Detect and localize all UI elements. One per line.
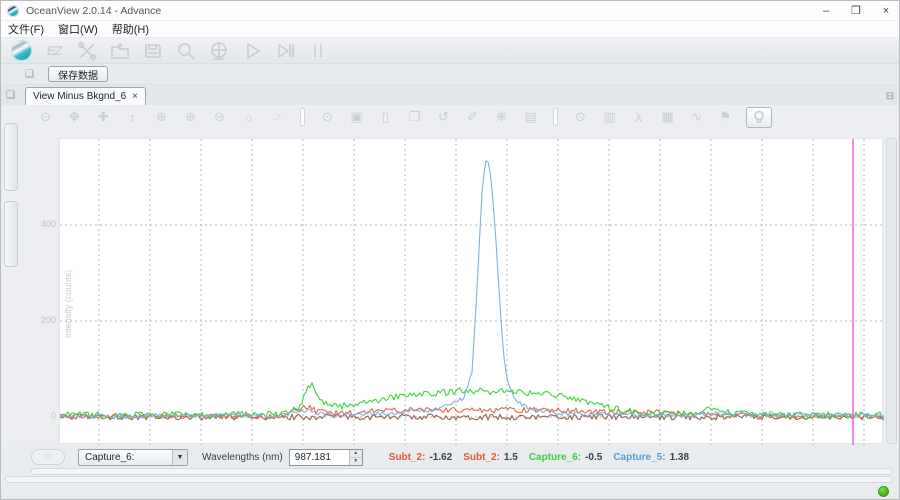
close-button[interactable]: × (871, 1, 899, 20)
series-readout: Capture_6: -0.5 (529, 452, 602, 463)
spin-up-icon[interactable]: ▲ (349, 449, 362, 458)
zoom-region-icon[interactable]: ⊕ (147, 107, 176, 127)
peak-finding-icon[interactable]: ∿ (682, 107, 711, 127)
series-readouts: Subt_2: -1.62 Subt_2: 1.5 Capture_6: -0.5 Capt… (389, 452, 689, 463)
open-file-icon[interactable] (108, 39, 132, 63)
chart-toolbar: ⊙ ✥ ✚ ↕ ⊕ ⊕ ⊖ ○ ☞ ⊙ ▣ ▯ ❐ ↺ ✐ ❋ ▤ ⊙ ▥ λ ▦ ∿ ⚑ (31, 106, 772, 128)
readout-label: Subt_2: (388, 451, 426, 463)
peak-marker-icon[interactable]: λ (624, 107, 653, 127)
print-icon[interactable]: ▤ (516, 107, 545, 127)
side-tab-graph[interactable] (4, 123, 18, 191)
spectrum-plot[interactable]: Intensity (counts) Wavelength (nm) (59, 138, 884, 473)
flag-icon[interactable]: ⚑ (711, 107, 740, 127)
side-tab-controls[interactable] (4, 201, 18, 267)
status-control-bar: ⊙ Capture_6: ▼ Wavelengths (nm) 987.181 … (1, 446, 899, 468)
delete-trace-icon[interactable]: ▯ (371, 107, 400, 127)
crosshair-icon[interactable]: ✚ (89, 107, 118, 127)
menu-help[interactable]: 帮助(H) (105, 21, 156, 37)
y-tick-label: 0 (50, 411, 56, 421)
tab-label: View Minus Bkgnd_6 (32, 91, 127, 102)
y-tick-label: 200 (40, 315, 56, 325)
readout-label: Capture_6: (528, 451, 582, 463)
trace-toggle-button[interactable]: ⊙ (31, 449, 65, 465)
wavelength-input[interactable]: 987.181 (290, 450, 349, 465)
toolbar-separator (553, 108, 558, 126)
series-readout: Subt_2: -1.62 (389, 452, 452, 463)
wavelength-label: Wavelengths (nm) (202, 451, 283, 463)
lamp-button[interactable] (746, 106, 772, 128)
spin-down-icon[interactable]: ▼ (349, 457, 362, 465)
readout-value: -0.5 (585, 451, 603, 463)
series-readout: Capture_5: 1.38 (613, 452, 689, 463)
main-toolbar: EZ (1, 38, 899, 64)
series-readout: Subt_2: 1.5 (463, 452, 518, 463)
readout-value: 1.38 (669, 451, 690, 463)
tab-row: ❏ View Minus Bkgnd_6 × ⊟ (1, 85, 899, 105)
trace-options-icon[interactable]: ❋ (487, 107, 516, 127)
window-title: OceanView 2.0.14 - Advance (26, 4, 162, 17)
menu-window[interactable]: 窗口(W) (51, 21, 105, 37)
snapshot-icon[interactable]: ▣ (342, 107, 371, 127)
table-view-icon[interactable]: ▦ (653, 107, 682, 127)
save-data-button[interactable]: 保存数据 (47, 66, 108, 82)
pointer-icon[interactable]: ☞ (263, 107, 292, 127)
histogram-icon[interactable]: ▥ (595, 107, 624, 127)
step-icon[interactable] (273, 39, 297, 63)
source-select[interactable]: Capture_6: ▼ (78, 448, 188, 466)
oceanview-logo-icon[interactable] (9, 39, 33, 63)
menu-bar: 文件(F) 窗口(W) 帮助(H) (1, 21, 899, 38)
toolbar-separator (300, 108, 305, 126)
minimize-button[interactable]: – (811, 1, 841, 20)
scale-view-icon[interactable]: ⊙ (566, 107, 595, 127)
ez-mode-icon[interactable]: EZ (42, 39, 66, 63)
autoscale-icon[interactable]: ⊙ (31, 107, 60, 127)
menu-file[interactable]: 文件(F) (1, 21, 51, 37)
pause-icon[interactable] (306, 39, 330, 63)
panel-layout-icon[interactable]: ⊟ (886, 91, 894, 102)
chevron-down-icon[interactable]: ▼ (172, 449, 187, 465)
pan-icon[interactable]: ✥ (60, 107, 89, 127)
search-device-icon[interactable] (174, 39, 198, 63)
plot-scrollbar (886, 138, 897, 444)
trace-capture_5 (60, 160, 884, 419)
dock-strip-inner (31, 468, 893, 475)
zoom-in-icon[interactable]: ⊕ (176, 107, 205, 127)
oceanview-logo-icon (7, 4, 19, 17)
undo-icon[interactable]: ↺ (429, 107, 458, 127)
tab-view-minus-bkgnd[interactable]: View Minus Bkgnd_6 × (24, 87, 147, 105)
chart-panel: ⊙ ✥ ✚ ↕ ⊕ ⊕ ⊖ ○ ☞ ⊙ ▣ ▯ ❐ ↺ ✐ ❋ ▤ ⊙ ▥ λ ▦ ∿ ⚑ Intensity (count… (1, 105, 899, 473)
acquisition-status-icon (878, 486, 889, 497)
maximize-button[interactable]: ❐ (841, 1, 871, 20)
copy-data-icon[interactable]: ❐ (400, 107, 429, 127)
oceanview-window: OceanView 2.0.14 - Advance – ❐ × 文件(F) 窗… (0, 0, 900, 500)
zoom-out-icon[interactable]: ⊖ (205, 107, 234, 127)
vertical-scale-icon[interactable]: ↕ (118, 107, 147, 127)
play-icon[interactable] (240, 39, 264, 63)
y-tick-label: 400 (40, 219, 56, 229)
save-icon[interactable] (141, 39, 165, 63)
annotate-icon[interactable]: ✐ (458, 107, 487, 127)
readout-label: Subt_2: (463, 451, 500, 463)
zoom-reset-icon[interactable]: ○ (234, 107, 263, 127)
save-data-bar: ❏ 保存数据 (1, 64, 899, 85)
readout-value: 1.5 (503, 451, 518, 463)
dock-window-icon: ❏ (6, 90, 15, 101)
dock-strip-outer (5, 476, 893, 483)
title-bar: OceanView 2.0.14 - Advance – ❐ × (1, 1, 899, 21)
wavelength-spinner[interactable]: 987.181 ▲ ▼ (288, 448, 363, 466)
readout-value: -1.62 (429, 451, 453, 463)
overlay-spectra-icon[interactable]: ⊙ (313, 107, 342, 127)
dock-window-icon: ❏ (25, 68, 34, 80)
tab-close-icon[interactable]: × (132, 91, 138, 102)
tools-icon[interactable] (75, 39, 99, 63)
readout-label: Capture_5: (613, 451, 666, 463)
spectrometer-icon[interactable] (207, 39, 231, 63)
